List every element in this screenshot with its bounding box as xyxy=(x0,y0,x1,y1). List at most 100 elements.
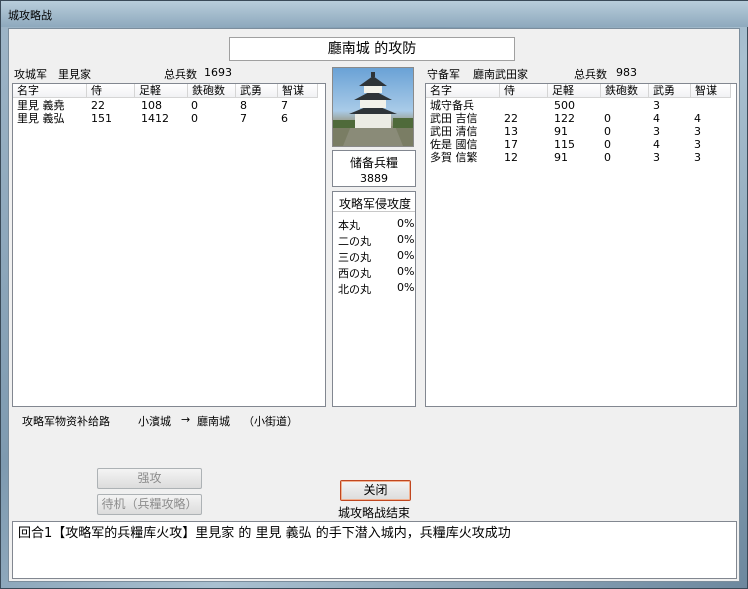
assault-button[interactable]: 强攻 xyxy=(97,468,202,489)
defender-cell: 城守备兵 xyxy=(430,99,474,112)
defender-cell: 115 xyxy=(554,138,575,151)
attacker-cell: 8 xyxy=(240,99,247,112)
attacker-cell: 151 xyxy=(91,112,112,125)
wait-siege-button[interactable]: 待机（兵糧攻略） xyxy=(97,494,202,515)
attacker-cell: 0 xyxy=(191,99,198,112)
defender-cell: 0 xyxy=(604,138,611,151)
attacker-label: 攻城军 xyxy=(14,68,47,81)
defender-cell: 13 xyxy=(504,125,518,138)
defender-cell: 3 xyxy=(653,125,660,138)
attacker-header: 名字侍足軽 鉄砲数 武勇 智谋 xyxy=(13,84,325,99)
defender-cell: 武田 吉信 xyxy=(430,112,478,125)
defender-cell: 3 xyxy=(653,151,660,164)
invasion-divider xyxy=(333,211,415,212)
supply-box: 储备兵糧 3889 xyxy=(332,150,416,187)
defender-cell: 3 xyxy=(694,151,701,164)
route-to: 廳南城 xyxy=(197,415,230,428)
attacker-col-4[interactable]: 武勇 xyxy=(236,84,278,98)
defender-label: 守备军 xyxy=(427,68,460,81)
attacker-cell: 里見 義弘 xyxy=(17,112,65,125)
attacker-col-0[interactable]: 名字 xyxy=(13,84,87,98)
defender-cell: 12 xyxy=(504,151,518,164)
attacker-cell: 7 xyxy=(281,99,288,112)
close-button[interactable]: 关闭 xyxy=(340,480,411,501)
invasion-box: 攻略军侵攻度 本丸 0% 二の丸 0% 三の丸 0% 西の丸 0% 北の丸 0% xyxy=(332,191,416,407)
invasion-item-name: 西の丸 xyxy=(338,267,371,280)
invasion-item-value: 0% xyxy=(397,217,415,230)
castle-illustration xyxy=(333,72,413,146)
defender-cell: 0 xyxy=(604,112,611,125)
defender-header: 名字侍足軽 鉄砲数 武勇 智谋 xyxy=(426,84,736,99)
defender-list[interactable]: 名字侍足軽 鉄砲数 武勇 智谋 城守备兵 500 3 武田 吉信 22 122 0 4 4 武田 清信 13… xyxy=(425,83,737,407)
invasion-item-value: 0% xyxy=(397,249,415,262)
defender-row[interactable]: 武田 吉信 22 122 0 4 4 xyxy=(426,112,736,125)
defender-col-5[interactable]: 智谋 xyxy=(691,84,731,98)
defender-cell: 4 xyxy=(694,112,701,125)
attacker-col-5[interactable]: 智谋 xyxy=(278,84,318,98)
invasion-item-name: 二の丸 xyxy=(338,235,371,248)
attacker-cell: 22 xyxy=(91,99,105,112)
battle-log-text: 回合1【攻略军的兵糧库火攻】里見家 的 里見 義弘 的手下潜入城内，兵糧库火攻成… xyxy=(18,526,511,541)
defender-total: 983 xyxy=(616,66,637,79)
attacker-cell: 里見 義堯 xyxy=(17,99,65,112)
defender-col-0[interactable]: 名字 xyxy=(426,84,500,98)
defender-col-1[interactable]: 侍 xyxy=(500,84,548,98)
attacker-col-2[interactable]: 足軽 xyxy=(135,84,188,98)
attacker-cell: 108 xyxy=(141,99,162,112)
defender-col-2[interactable]: 足軽 xyxy=(548,84,601,98)
title-bar[interactable]: 城攻略战 xyxy=(1,1,748,27)
defender-cell: 武田 清信 xyxy=(430,125,478,138)
invasion-item-name: 本丸 xyxy=(338,219,360,232)
defender-cell: 91 xyxy=(554,151,568,164)
castle-image xyxy=(332,67,414,147)
defender-cell: 4 xyxy=(653,138,660,151)
attacker-cell: 7 xyxy=(240,112,247,125)
defender-cell: 122 xyxy=(554,112,575,125)
window-title: 城攻略战 xyxy=(8,9,52,22)
defender-col-3[interactable]: 鉄砲数 xyxy=(601,84,649,98)
defender-total-label: 总兵数 xyxy=(574,68,607,81)
defender-row[interactable]: 佐是 國信 17 115 0 4 3 xyxy=(426,138,736,151)
defender-cell: 3 xyxy=(653,99,660,112)
defender-cell: 0 xyxy=(604,151,611,164)
supply-label: 储备兵糧 xyxy=(349,156,398,170)
defender-cell: 多賀 信繁 xyxy=(430,151,478,164)
invasion-item-value: 0% xyxy=(397,233,415,246)
defender-cell: 17 xyxy=(504,138,518,151)
battle-caption: 廳南城 的攻防 xyxy=(229,37,515,61)
supply-value: 3889 xyxy=(360,172,388,185)
defender-cell: 4 xyxy=(653,112,660,125)
invasion-item-name: 北の丸 xyxy=(338,283,371,296)
defender-row[interactable]: 城守备兵 500 3 xyxy=(426,99,736,112)
route-from: 小濱城 xyxy=(138,415,171,428)
attacker-col-1[interactable]: 侍 xyxy=(87,84,135,98)
attacker-total: 1693 xyxy=(204,66,232,79)
attacker-cell: 0 xyxy=(191,112,198,125)
route-label: 攻略军物资补给路 xyxy=(22,415,110,428)
defender-cell: 3 xyxy=(694,125,701,138)
invasion-item-value: 0% xyxy=(397,281,415,294)
defender-row[interactable]: 多賀 信繁 12 91 0 3 3 xyxy=(426,151,736,164)
invasion-item-value: 0% xyxy=(397,265,415,278)
invasion-label: 攻略军侵攻度 xyxy=(339,197,412,211)
attacker-col-3[interactable]: 鉄砲数 xyxy=(188,84,236,98)
route-via: （小街道） xyxy=(243,415,298,428)
attacker-clan: 里見家 xyxy=(58,68,91,81)
attacker-row[interactable]: 里見 義堯 22 108 0 8 7 xyxy=(13,99,325,112)
defender-cell: 91 xyxy=(554,125,568,138)
defender-cell: 佐是 國信 xyxy=(430,138,478,151)
defender-row[interactable]: 武田 清信 13 91 0 3 3 xyxy=(426,125,736,138)
battle-status: 城攻略战结束 xyxy=(338,506,411,520)
attacker-row[interactable]: 里見 義弘 151 1412 0 7 6 xyxy=(13,112,325,125)
defender-clan: 廳南武田家 xyxy=(473,68,528,81)
defender-col-4[interactable]: 武勇 xyxy=(649,84,691,98)
attacker-total-label: 总兵数 xyxy=(164,68,197,81)
invasion-item-name: 三の丸 xyxy=(338,251,371,264)
defender-cell: 500 xyxy=(554,99,575,112)
attacker-list[interactable]: 名字侍足軽 鉄砲数 武勇 智谋 里見 義堯 22 108 0 8 7 里見 義弘 151 1412 0 7 6 xyxy=(12,83,326,407)
route-arrow: → xyxy=(181,413,191,426)
battle-log[interactable]: 回合1【攻略军的兵糧库火攻】里見家 的 里見 義弘 的手下潜入城内，兵糧库火攻成… xyxy=(12,521,737,579)
defender-cell: 0 xyxy=(604,125,611,138)
attacker-cell: 1412 xyxy=(141,112,169,125)
attacker-cell: 6 xyxy=(281,112,288,125)
